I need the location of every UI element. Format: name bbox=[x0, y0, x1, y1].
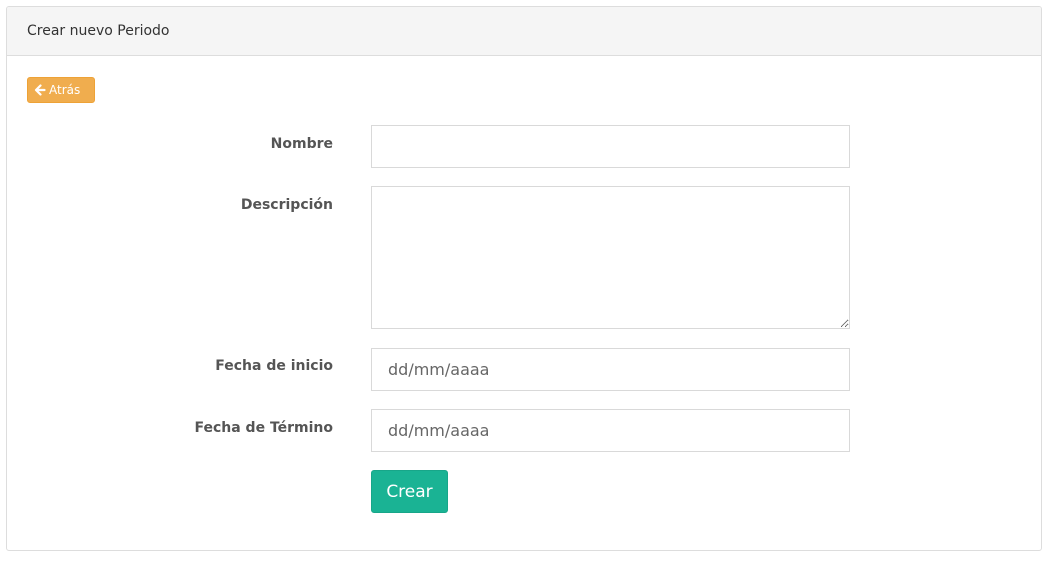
descripcion-label: Descripción bbox=[240, 197, 333, 213]
crear-button[interactable]: Crear bbox=[371, 470, 448, 513]
panel-title: Crear nuevo Periodo bbox=[7, 7, 1041, 56]
descripcion-textarea[interactable] bbox=[371, 186, 850, 329]
nombre-label: Nombre bbox=[270, 136, 333, 152]
fecha-termino-input[interactable] bbox=[371, 409, 850, 452]
back-button[interactable]: Atrás bbox=[27, 77, 95, 103]
create-period-panel: Crear nuevo Periodo Atrás Nombre Descrip… bbox=[6, 6, 1042, 551]
fecha-termino-label: Fecha de Término bbox=[194, 420, 333, 436]
fecha-inicio-input[interactable] bbox=[371, 348, 850, 391]
nombre-input[interactable] bbox=[371, 125, 850, 168]
fecha-inicio-label: Fecha de inicio bbox=[215, 358, 333, 374]
arrow-left-icon bbox=[34, 84, 46, 96]
back-button-label: Atrás bbox=[49, 83, 81, 97]
